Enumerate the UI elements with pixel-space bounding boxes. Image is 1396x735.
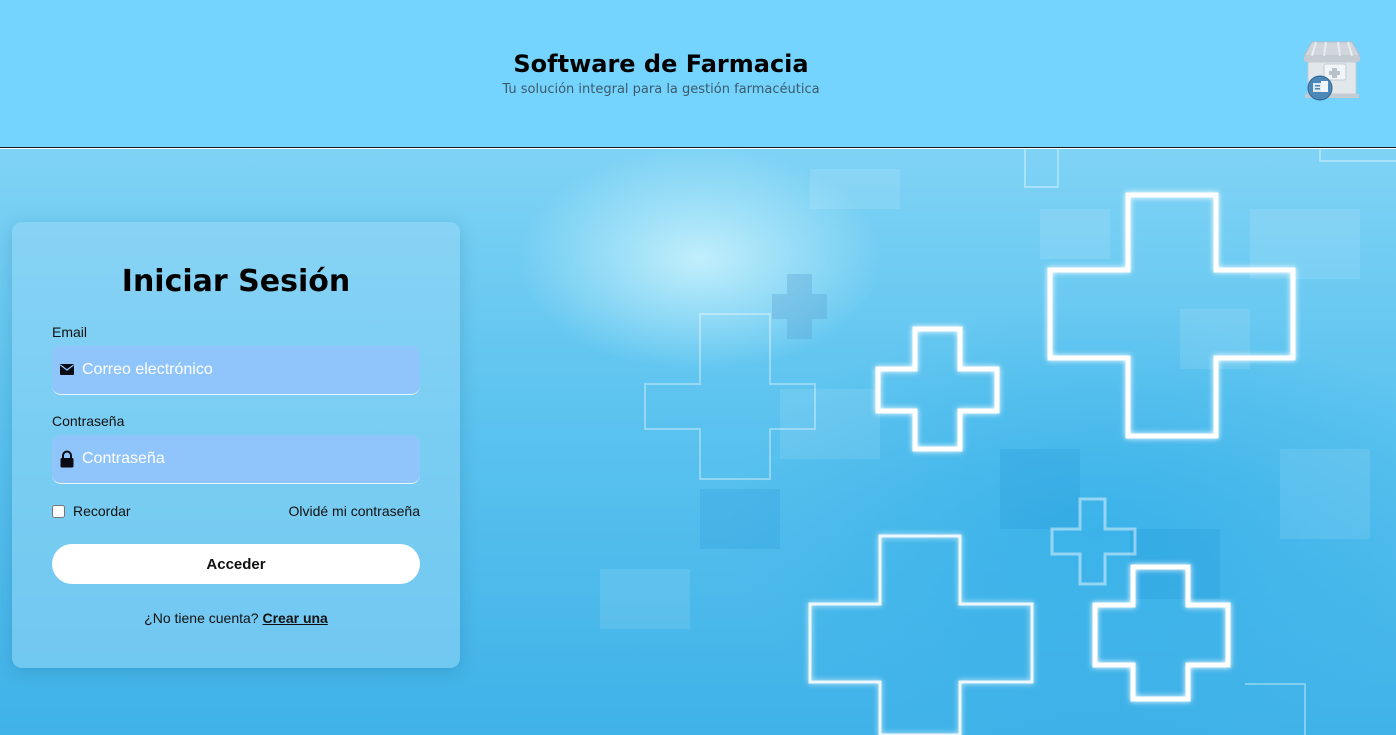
login-button[interactable]: Acceder bbox=[52, 544, 420, 584]
create-account-link[interactable]: Crear una bbox=[262, 610, 327, 626]
pharmacy-store-icon bbox=[1302, 40, 1362, 104]
password-field-wrapper bbox=[52, 435, 420, 484]
login-card: Iniciar Sesión Email Contraseña Recordar… bbox=[12, 222, 460, 668]
remember-checkbox[interactable] bbox=[52, 504, 65, 518]
lock-icon bbox=[60, 450, 74, 468]
app-header: Software de Farmacia Tu solución integra… bbox=[0, 0, 1396, 148]
password-input[interactable] bbox=[82, 435, 412, 483]
register-prompt: ¿No tiene cuenta? Crear una bbox=[12, 610, 460, 626]
email-input[interactable] bbox=[82, 346, 412, 394]
remember-label: Recordar bbox=[73, 503, 131, 519]
email-label: Email bbox=[52, 324, 88, 340]
password-label: Contraseña bbox=[52, 413, 125, 429]
email-field-wrapper bbox=[52, 346, 420, 395]
remember-option: Recordar bbox=[52, 502, 131, 520]
login-title: Iniciar Sesión bbox=[121, 264, 351, 299]
app-subtitle: Tu solución integral para la gestión far… bbox=[502, 82, 820, 97]
forgot-password-link[interactable]: Olvidé mi contraseña bbox=[288, 503, 420, 519]
envelope-icon bbox=[60, 361, 74, 379]
app-title: Software de Farmacia bbox=[513, 50, 809, 78]
no-account-text: ¿No tiene cuenta? bbox=[144, 610, 259, 626]
